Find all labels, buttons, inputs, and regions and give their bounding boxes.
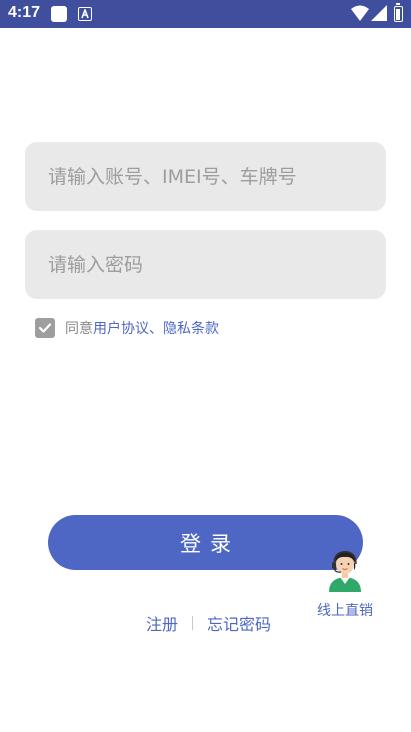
agreement-checkbox[interactable] — [35, 318, 55, 338]
agreement-separator: 、 — [149, 321, 163, 337]
password-input[interactable] — [25, 230, 386, 299]
checkmark-icon — [38, 323, 52, 333]
customer-service-agent-icon — [329, 551, 361, 592]
register-link[interactable]: 注册 — [146, 611, 178, 635]
bottom-links: 注册 忘记密码 — [146, 612, 271, 634]
status-bar: 4:17 — [0, 0, 411, 28]
agreement-prefix: 同意 — [65, 321, 93, 337]
app-square-icon — [51, 6, 67, 22]
account-input-container — [25, 142, 386, 211]
signal-icon — [371, 5, 387, 25]
password-input-container — [25, 230, 386, 299]
direct-sales-label: 线上直销 — [317, 603, 373, 619]
wifi-icon — [351, 5, 369, 25]
link-divider — [192, 616, 194, 630]
forgot-password-link[interactable]: 忘记密码 — [207, 611, 271, 635]
battery-icon — [394, 3, 403, 22]
user-agreement-link[interactable]: 用户协议 — [93, 318, 149, 338]
status-time: 4:17 — [8, 4, 41, 21]
agreement-row: 同意 用户协议 、 隐私条款 — [35, 317, 219, 339]
account-input[interactable] — [25, 142, 386, 211]
privacy-policy-link[interactable]: 隐私条款 — [163, 318, 219, 338]
online-direct-sales-button[interactable]: 线上直销 — [314, 548, 376, 620]
login-button-label: 登录 — [180, 531, 240, 556]
app-a-icon — [78, 7, 92, 21]
